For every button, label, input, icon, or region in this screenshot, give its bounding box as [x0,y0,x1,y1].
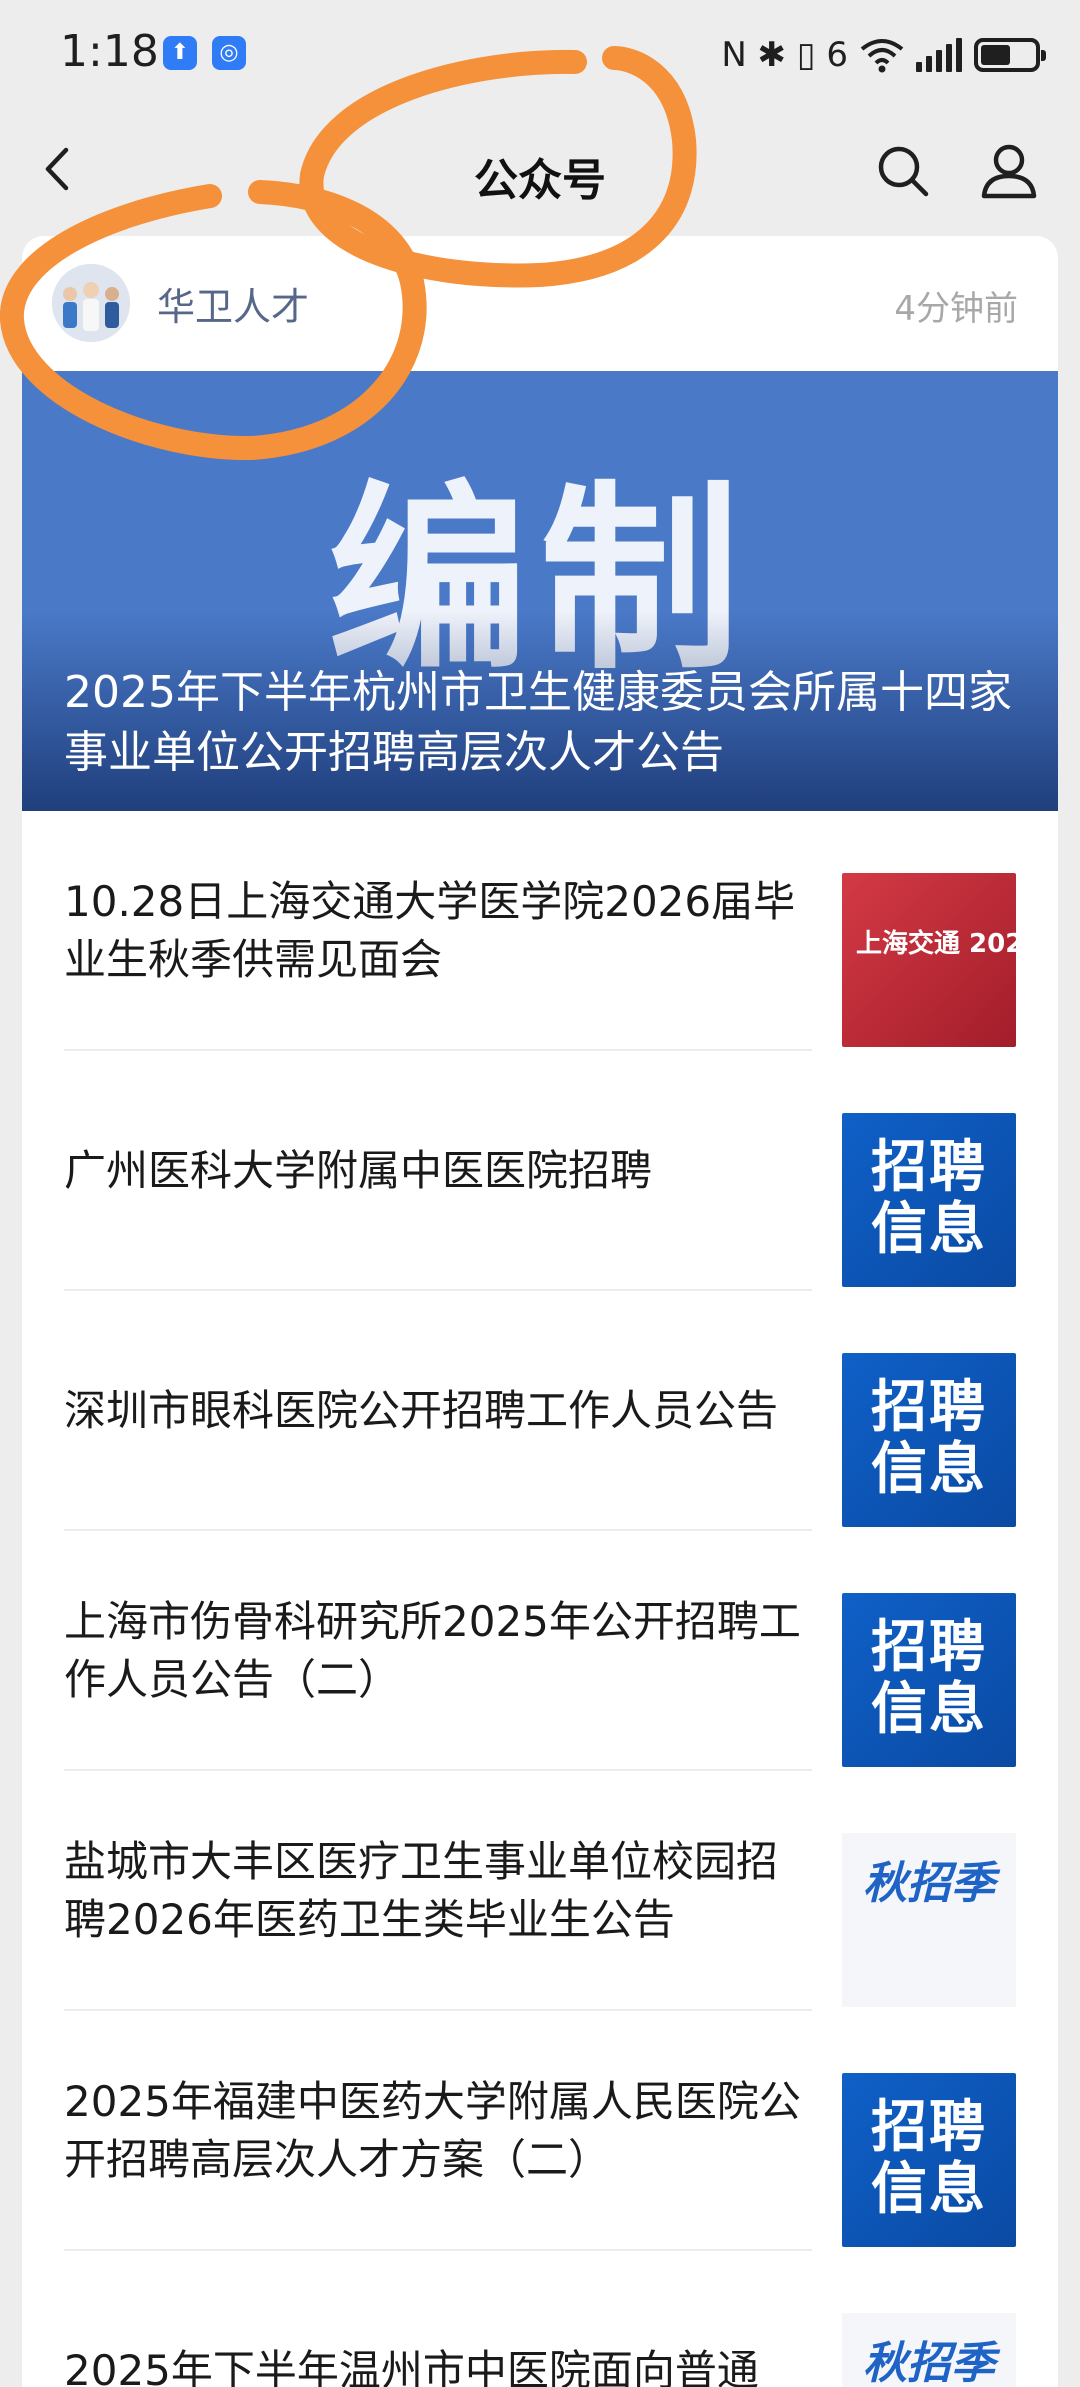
search-icon[interactable] [872,140,934,202]
browser-app-icon: ◎ [212,36,246,70]
status-indicators: N ✱ ▯ 6 [721,30,1046,80]
article-title: 2025年福建中医药大学附属人民医院公开招聘高层次人才方案（二） [64,2077,801,2184]
article-row[interactable]: 盐城市大丰区医疗卫生事业单位校园招聘2026年医药卫生类毕业生公告 秋招季 [22,1771,1058,2011]
article-title: 广州医科大学附属中医医院招聘 [64,1146,653,1195]
article-card: 华卫人才 4分钟前 编制 2025年下半年杭州市卫生健康委员会所属十四家事业单位… [22,236,1058,2387]
article-title: 2025年下半年温州市中医院面向普通 [64,2346,759,2387]
hero-article[interactable]: 编制 2025年下半年杭州市卫生健康委员会所属十四家事业单位公开招聘高层次人才公… [22,371,1058,811]
article-row[interactable]: 2025年下半年温州市中医院面向普通 秋招季 [22,2251,1058,2387]
post-time: 4分钟前 [894,289,1018,329]
recruitment-info-thumbnail: 招聘 信息 [842,1353,1016,1527]
recruitment-info-thumbnail: 招聘 信息 [842,1113,1016,1287]
article-title: 10.28日上海交通大学医学院2026届毕业生秋季供需见面会 [64,877,796,984]
article-row[interactable]: 深圳市眼科医院公开招聘工作人员公告 招聘 信息 [22,1291,1058,1531]
account-name[interactable]: 华卫人才 [157,276,309,331]
article-list: 10.28日上海交通大学医学院2026届毕业生秋季供需见面会上海交通 2026届… [22,811,1058,2387]
account-header[interactable]: 华卫人才 4分钟前 [22,236,1058,371]
article-row[interactable]: 广州医科大学附属中医医院招聘 招聘 信息 [22,1051,1058,1291]
article-thumbnail: 上海交通 2026届毕业生 [842,873,1016,1047]
battery-icon [974,38,1046,72]
article-row[interactable]: 2025年福建中医药大学附属人民医院公开招聘高层次人才方案（二） 招聘 信息 [22,2011,1058,2251]
status-bar: 1:18 ⬆ ◎ N ✱ ▯ 6 [0,0,1080,110]
hero-title: 2025年下半年杭州市卫生健康委员会所属十四家事业单位公开招聘高层次人才公告 [64,667,1012,778]
recruitment-info-thumbnail: 招聘 信息 [842,2073,1016,2247]
article-row[interactable]: 上海市伤骨科研究所2025年公开招聘工作人员公告（二） 招聘 信息 [22,1531,1058,1771]
nav-bar: 公众号 [0,110,1080,230]
person-icon[interactable] [978,140,1040,202]
people-illustration-icon [52,264,130,342]
upload-app-icon: ⬆ [163,36,197,70]
article-title: 深圳市眼科医院公开招聘工作人员公告 [64,1386,779,1435]
article-title: 盐城市大丰区医疗卫生事业单位校园招聘2026年医药卫生类毕业生公告 [64,1837,779,1944]
status-time: 1:18 [60,26,159,77]
battery-fill [981,45,1010,65]
recruitment-info-thumbnail: 招聘 信息 [842,1593,1016,1767]
wifi-icon [860,39,904,73]
autumn-recruit-thumbnail: 秋招季 [842,2313,1016,2387]
screen: 1:18 ⬆ ◎ N ✱ ▯ 6 公众号 华卫人才 4分钟前 编制 2025年下… [0,0,1080,2387]
article-title: 上海市伤骨科研究所2025年公开招聘工作人员公告（二） [64,1597,801,1704]
status-glyphs: N ✱ ▯ 6 [721,35,848,75]
signal-icon [916,38,962,72]
autumn-recruit-thumbnail: 秋招季 [842,1833,1016,2007]
account-avatar[interactable] [52,264,130,342]
article-row[interactable]: 10.28日上海交通大学医学院2026届毕业生秋季供需见面会上海交通 2026届… [22,811,1058,1051]
